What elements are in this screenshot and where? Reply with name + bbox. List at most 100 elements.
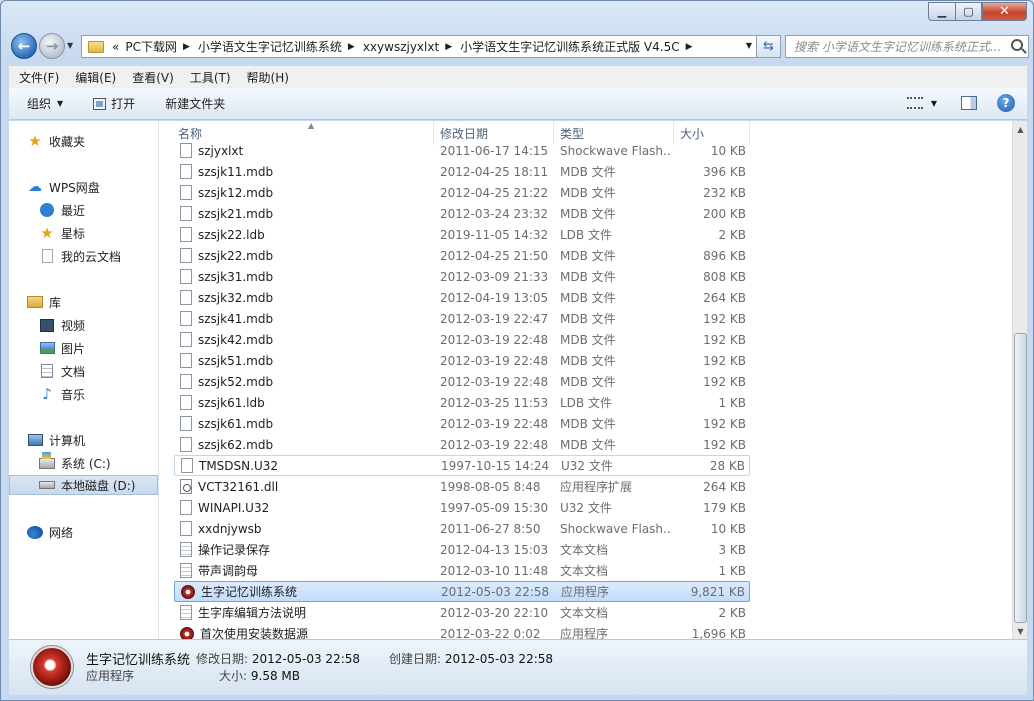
- file-row[interactable]: VCT32161.dll 1998-08-05 8:48 应用程序扩展 264 KB: [174, 476, 750, 497]
- new-folder-button[interactable]: 新建文件夹: [165, 95, 225, 112]
- recent-pages-dropdown[interactable]: ▼: [67, 41, 73, 50]
- menu-file[interactable]: 文件(F): [19, 69, 59, 86]
- breadcrumb-item[interactable]: xxywszjyxlxt: [363, 40, 439, 54]
- scroll-down-icon[interactable]: ▼: [1013, 623, 1028, 639]
- details-size: 大小: 9.58 MB: [219, 667, 300, 684]
- nav-item-drive-c[interactable]: 系统 (C:): [39, 451, 111, 473]
- details-size-label: 大小:: [219, 669, 248, 683]
- file-name-cell: szsjk42.mdb: [180, 332, 434, 347]
- file-row[interactable]: TMSDSN.U32 1997-10-15 14:24 U32 文件 28 KB: [174, 455, 750, 476]
- file-name-cell: 生字记忆训练系统: [181, 583, 435, 600]
- chevron-right-icon[interactable]: ▶: [348, 42, 355, 52]
- file-type: MDB 文件: [560, 417, 616, 431]
- file-row[interactable]: szsjk62.mdb 2012-03-19 22:48 MDB 文件 192 KB: [174, 434, 750, 455]
- file-row[interactable]: szsjk51.mdb 2012-03-19 22:48 MDB 文件 192 KB: [174, 350, 750, 371]
- file-row[interactable]: 操作记录保存 2012-04-13 15:03 文本文档 3 KB: [174, 539, 750, 560]
- file-row[interactable]: szsjk61.ldb 2012-03-25 11:53 LDB 文件 1 KB: [174, 392, 750, 413]
- file-type: U32 文件: [560, 501, 612, 515]
- file-icon: [180, 269, 192, 284]
- nav-item-network[interactable]: 网络: [27, 522, 73, 542]
- file-type: MDB 文件: [560, 270, 616, 284]
- file-name-cell: szsjk31.mdb: [180, 269, 434, 284]
- file-row[interactable]: xxdnjywsb 2011-06-27 8:50 Shockwave Flash.…: [174, 518, 750, 539]
- breadcrumb-item[interactable]: 小学语文生字记忆训练系统: [198, 38, 342, 55]
- file-icon: [180, 164, 192, 179]
- open-button[interactable]: 打开: [93, 95, 135, 112]
- file-type: U32 文件: [561, 459, 613, 473]
- file-row[interactable]: szsjk41.mdb 2012-03-19 22:47 MDB 文件 192 KB: [174, 308, 750, 329]
- maximize-button[interactable]: ▢: [955, 2, 982, 21]
- chevron-right-icon[interactable]: ▶: [183, 42, 190, 52]
- file-row[interactable]: szsjk22.mdb 2012-04-25 21:50 MDB 文件 896 KB: [174, 245, 750, 266]
- file-row[interactable]: szsjk11.mdb 2012-04-25 18:11 MDB 文件 396 KB: [174, 161, 750, 182]
- menu-help[interactable]: 帮助(H): [247, 69, 289, 86]
- address-dropdown-icon[interactable]: ▼: [746, 41, 752, 50]
- menu-tools[interactable]: 工具(T): [190, 69, 231, 86]
- search-icon[interactable]: [1011, 39, 1023, 51]
- back-arrow-icon: ←: [17, 37, 31, 55]
- view-dropdown-icon[interactable]: ▼: [931, 99, 937, 108]
- view-controls: ▼ ?: [906, 94, 1015, 112]
- file-icon: [180, 311, 192, 326]
- menu-edit[interactable]: 编辑(E): [75, 69, 116, 86]
- file-row[interactable]: 带声调韵母 2012-03-10 11:48 文本文档 1 KB: [174, 560, 750, 581]
- help-icon[interactable]: ?: [997, 94, 1015, 112]
- file-row[interactable]: szsjk42.mdb 2012-03-19 22:48 MDB 文件 192 KB: [174, 329, 750, 350]
- file-row[interactable]: szsjk21.mdb 2012-03-24 23:32 MDB 文件 200 KB: [174, 203, 750, 224]
- file-type: LDB 文件: [560, 396, 612, 410]
- nav-item-cloud-docs[interactable]: 我的云文档: [39, 246, 121, 266]
- preview-pane-icon[interactable]: [961, 96, 977, 110]
- file-row[interactable]: szsjk52.mdb 2012-03-19 22:48 MDB 文件 192 KB: [174, 371, 750, 392]
- file-name-cell: szsjk21.mdb: [180, 206, 434, 221]
- forward-button[interactable]: →: [39, 33, 65, 59]
- star-icon: ★: [28, 132, 42, 150]
- back-button[interactable]: ←: [11, 33, 37, 59]
- nav-item-label: 本地磁盘 (D:): [61, 478, 136, 493]
- vertical-scrollbar[interactable]: ▲ ▼: [1012, 121, 1027, 639]
- view-options-icon[interactable]: [906, 97, 923, 109]
- menu-view[interactable]: 查看(V): [132, 69, 174, 86]
- breadcrumb-overflow[interactable]: «: [112, 40, 119, 54]
- nav-item-music[interactable]: ♪ 音乐: [39, 384, 85, 404]
- file-row[interactable]: 生字库编辑方法说明 2012-03-20 22:10 文本文档 2 KB: [174, 602, 750, 623]
- chevron-right-icon[interactable]: ▶: [686, 42, 693, 52]
- file-row[interactable]: szsjk32.mdb 2012-04-19 13:05 MDB 文件 264 KB: [174, 287, 750, 308]
- nav-item-wps-drive[interactable]: ☁ WPS网盘: [27, 177, 100, 197]
- nav-item-recent[interactable]: 最近: [39, 200, 85, 220]
- nav-item-starred[interactable]: ★ 星标: [39, 223, 85, 243]
- file-date: 1997-05-09 15:30: [440, 500, 549, 515]
- file-row[interactable]: 生字记忆训练系统 2012-05-03 22:58 应用程序 9,821 KB: [174, 581, 750, 602]
- file-date: 2012-03-19 22:48: [440, 416, 549, 431]
- nav-item-favorites[interactable]: ★ 收藏夹: [27, 131, 85, 151]
- nav-item-videos[interactable]: 视频: [39, 315, 85, 335]
- file-date: 1998-08-05 8:48: [440, 479, 541, 494]
- nav-item-drive-d[interactable]: 本地磁盘 (D:): [9, 475, 158, 495]
- minimize-button[interactable]: ▁: [928, 2, 955, 21]
- file-name-cell: xxdnjywsb: [180, 521, 434, 536]
- file-row[interactable]: szsjk22.ldb 2019-11-05 14:32 LDB 文件 2 KB: [174, 224, 750, 245]
- chevron-right-icon[interactable]: ▶: [445, 42, 452, 52]
- file-row[interactable]: WINAPI.U32 1997-05-09 15:30 U32 文件 179 KB: [174, 497, 750, 518]
- address-bar[interactable]: « PC下载网 ▶ 小学语文生字记忆训练系统 ▶ xxywszjyxlxt ▶ …: [81, 35, 757, 58]
- nav-item-libraries[interactable]: 库: [27, 292, 61, 312]
- nav-item-pictures[interactable]: 图片: [39, 338, 85, 358]
- scroll-thumb[interactable]: [1014, 333, 1027, 623]
- file-row[interactable]: szsjk12.mdb 2012-04-25 21:22 MDB 文件 232 KB: [174, 182, 750, 203]
- file-row[interactable]: szsjk61.mdb 2012-03-19 22:48 MDB 文件 192 KB: [174, 413, 750, 434]
- file-row[interactable]: 首次使用安装数据源 2012-03-22 0:02 应用程序 1,696 KB: [174, 623, 750, 639]
- network-icon: [27, 524, 43, 540]
- refresh-button[interactable]: ⇆: [757, 35, 781, 58]
- scroll-up-icon[interactable]: ▲: [1013, 121, 1028, 137]
- nav-item-documents[interactable]: 文档: [39, 361, 85, 381]
- file-date: 2012-03-10 11:48: [440, 563, 549, 578]
- caption-buttons: ▁ ▢ ✕: [928, 2, 1027, 21]
- file-row[interactable]: szjyxlxt 2011-06-17 14:15 Shockwave Flash.…: [174, 140, 750, 161]
- file-name-cell: TMSDSN.U32: [181, 458, 435, 473]
- search-input[interactable]: 搜索 小学语文生字记忆训练系统正式...: [785, 35, 1029, 58]
- nav-item-computer[interactable]: 计算机: [27, 430, 85, 450]
- breadcrumb-item[interactable]: PC下载网: [125, 38, 177, 55]
- organize-button[interactable]: 组织 ▼: [27, 95, 63, 112]
- breadcrumb-item[interactable]: 小学语文生字记忆训练系统正式版 V4.5C: [460, 38, 680, 55]
- close-button[interactable]: ✕: [982, 2, 1027, 21]
- file-row[interactable]: szsjk31.mdb 2012-03-09 21:33 MDB 文件 808 KB: [174, 266, 750, 287]
